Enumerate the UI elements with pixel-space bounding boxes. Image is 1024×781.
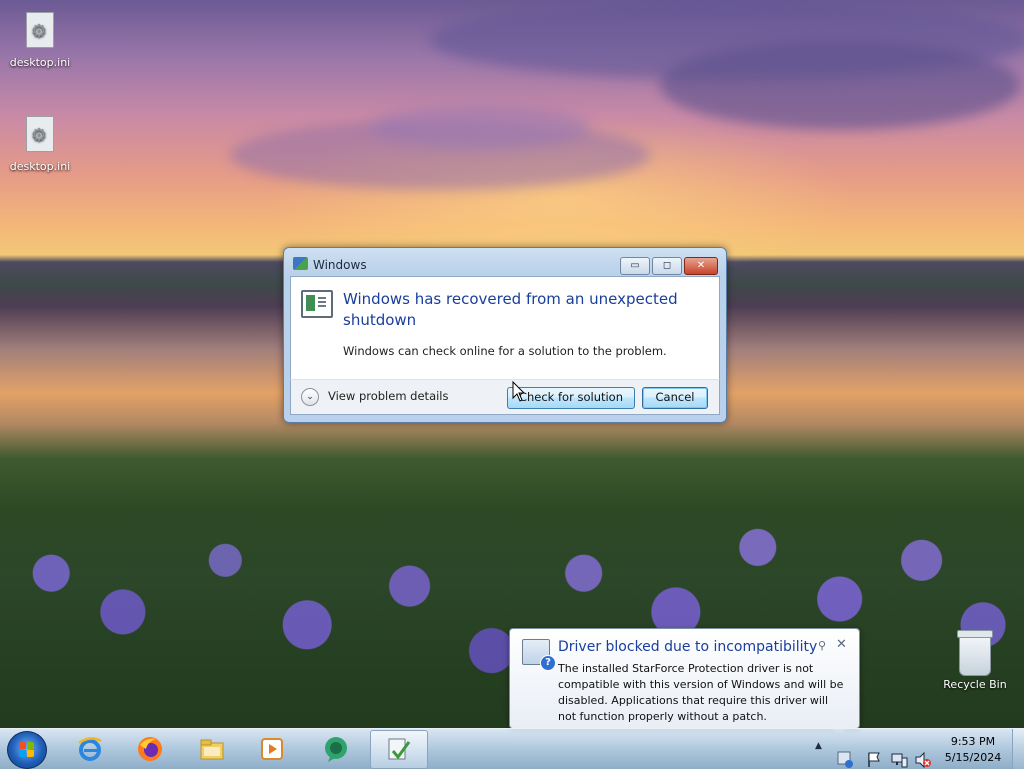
action-center-flag-icon[interactable] bbox=[866, 740, 882, 780]
dialog-heading: Windows has recovered from an unexpected… bbox=[343, 290, 678, 329]
dialog-title: Windows bbox=[313, 258, 367, 272]
pin-icon[interactable]: ⚲ bbox=[818, 639, 826, 652]
internet-explorer-icon bbox=[78, 737, 102, 761]
network-icon[interactable] bbox=[890, 740, 908, 780]
sky-cloud bbox=[370, 105, 590, 150]
dialog-message: Windows can check online for a solution … bbox=[343, 344, 667, 358]
trash-icon bbox=[957, 630, 993, 676]
taskbar-chat-app[interactable] bbox=[308, 730, 364, 767]
taskbar-internet-explorer[interactable] bbox=[62, 730, 118, 767]
maximize-button[interactable]: ◻ bbox=[652, 257, 682, 275]
sky-cloud bbox=[660, 40, 1020, 130]
taskbar-firefox[interactable] bbox=[122, 730, 178, 767]
show-hidden-icons-button[interactable]: ▲ bbox=[815, 741, 822, 781]
desktop-icon-label: Recycle Bin bbox=[943, 678, 1007, 691]
start-button[interactable] bbox=[7, 731, 47, 769]
settings-file-icon bbox=[23, 12, 57, 52]
notification-body: The installed StarForce Protection drive… bbox=[558, 662, 844, 723]
driver-warning-icon bbox=[522, 639, 556, 671]
windows-logo-icon bbox=[19, 742, 35, 758]
dialog-footer: ⌄ View problem details Check for solutio… bbox=[290, 379, 720, 415]
chat-app-icon bbox=[325, 737, 347, 762]
windows-problem-report-icon bbox=[388, 738, 411, 760]
clock-date: 5/15/2024 bbox=[944, 751, 1002, 764]
driver-blocked-notification[interactable]: Driver blocked due to incompatibility ⚲ … bbox=[509, 628, 860, 729]
desktop-ini-icon-1[interactable]: desktop.ini bbox=[0, 12, 80, 69]
desktop-icon-label: desktop.ini bbox=[9, 56, 71, 69]
dialog-content: Windows has recovered from an unexpected… bbox=[290, 276, 720, 379]
driver-warning-tray-icon[interactable] bbox=[836, 739, 854, 779]
windows-app-icon bbox=[293, 257, 308, 270]
notification-title: Driver blocked due to incompatibility bbox=[558, 639, 818, 655]
desktop-icon-label: desktop.ini bbox=[9, 160, 71, 173]
firefox-icon bbox=[138, 737, 162, 761]
problem-report-icon bbox=[301, 290, 333, 318]
desktop-ini-icon-2[interactable]: desktop.ini bbox=[0, 116, 80, 173]
mouse-cursor-icon bbox=[512, 381, 526, 402]
close-button[interactable]: ✕ bbox=[684, 257, 718, 275]
taskbar-clock[interactable]: 9:53 PM 5/15/2024 bbox=[940, 734, 1006, 766]
taskbar-problem-report[interactable] bbox=[370, 730, 428, 769]
media-player-icon bbox=[261, 738, 283, 760]
minimize-button[interactable]: ▭ bbox=[620, 257, 650, 275]
show-desktop-button[interactable] bbox=[1012, 729, 1024, 769]
view-problem-details-link[interactable]: View problem details bbox=[328, 389, 449, 403]
taskbar: ▲ 9:53 PM 5/15/2024 bbox=[0, 728, 1024, 769]
check-for-solution-button[interactable]: Check for solution bbox=[507, 387, 635, 409]
cancel-button[interactable]: Cancel bbox=[642, 387, 708, 409]
chevron-down-icon[interactable]: ⌄ bbox=[301, 388, 319, 406]
volume-muted-icon[interactable] bbox=[914, 740, 932, 780]
recycle-bin-icon[interactable]: Recycle Bin bbox=[935, 630, 1015, 691]
taskbar-file-explorer[interactable] bbox=[184, 730, 240, 767]
close-icon[interactable]: ✕ bbox=[836, 637, 847, 652]
file-explorer-icon bbox=[200, 739, 224, 760]
taskbar-media-player[interactable] bbox=[244, 730, 300, 767]
clock-time: 9:53 PM bbox=[950, 735, 996, 748]
recovery-dialog: Windows ▭ ◻ ✕ Windows has recovered from… bbox=[283, 247, 727, 423]
settings-file-icon bbox=[23, 116, 57, 156]
